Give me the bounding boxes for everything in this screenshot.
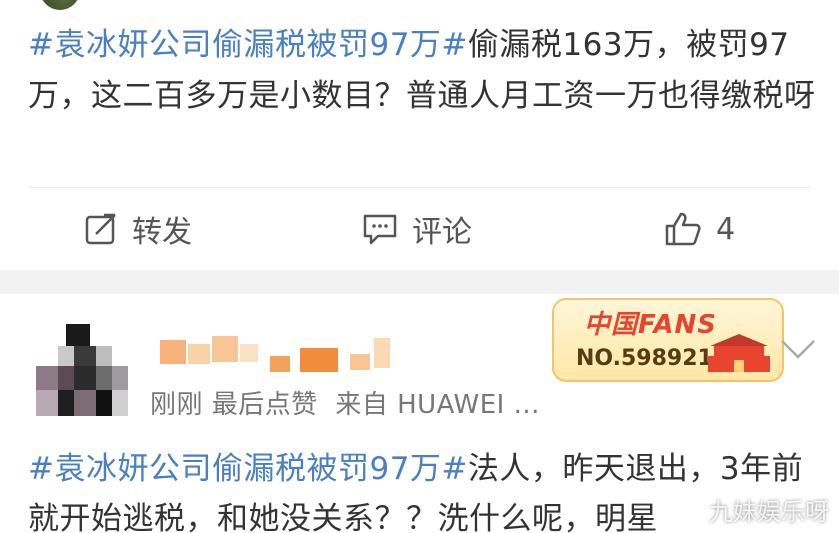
watermark: 九妹娱乐呀 [709, 498, 829, 526]
meta-source: 来自 HUAWEI ... [335, 390, 540, 420]
comment-card: 刚刚 最后点赞 来自 HUAWEI ... 中国FANS NO.5989211 … [0, 294, 839, 533]
action-bar: 转发 评论 4 [0, 188, 839, 270]
post-hashtag[interactable]: #袁冰妍公司偷漏税被罚97万# [28, 27, 468, 63]
gate-icon [708, 334, 770, 372]
chevron-down-icon[interactable] [779, 338, 817, 360]
comment-label: 评论 [412, 215, 472, 250]
username-blurred[interactable] [160, 334, 420, 378]
repost-icon [84, 212, 118, 246]
meta-text: 最后点赞 [211, 390, 318, 420]
like-icon [664, 211, 702, 247]
like-count: 4 [716, 211, 736, 247]
comment-meta: 刚刚 最后点赞 来自 HUAWEI ... [150, 384, 540, 421]
fan-badge[interactable]: 中国FANS NO.5989211 [552, 298, 784, 382]
badge-title: 中国FANS [584, 310, 718, 340]
repost-button[interactable]: 转发 [84, 188, 192, 270]
weibo-post-card: #袁冰妍公司偷漏税被罚97万#偷漏税163万，被罚97万，这二百多万是小数目？普… [0, 0, 839, 270]
previous-avatar-sliver [40, 0, 80, 10]
like-button[interactable]: 4 [664, 188, 735, 270]
section-separator [0, 270, 839, 294]
avatar[interactable] [36, 324, 128, 416]
repost-label: 转发 [132, 215, 192, 250]
meta-time: 刚刚 [150, 390, 204, 420]
post-text: #袁冰妍公司偷漏税被罚97万#偷漏税163万，被罚97万，这二百多万是小数目？普… [28, 20, 818, 122]
comment-button[interactable]: 评论 [362, 188, 472, 270]
comment-hashtag[interactable]: #袁冰妍公司偷漏税被罚97万# [28, 451, 468, 487]
comment-text: #袁冰妍公司偷漏税被罚97万#法人，昨天退出，3年前就开始逃税，和她没关系？？洗… [28, 444, 828, 533]
comment-icon [362, 212, 398, 246]
